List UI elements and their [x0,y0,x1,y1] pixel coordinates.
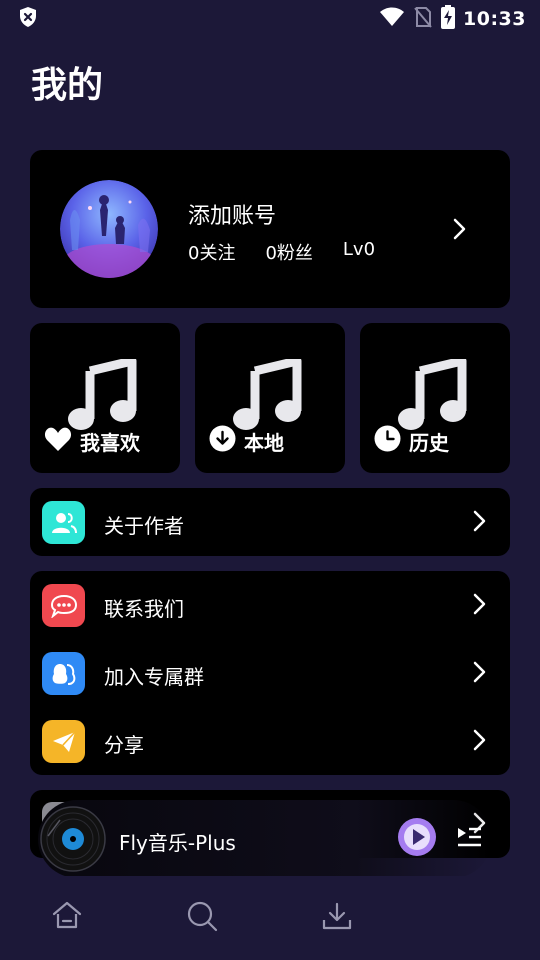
tile-label: 本地 [209,425,284,457]
battery-charging-icon [441,5,456,33]
account-stats: 0关注 0粉丝 Lv0 [188,239,375,265]
menu-group-about: 关于作者 [30,488,510,556]
account-name: 添加账号 [188,204,277,229]
following-count[interactable]: 0关注 [188,239,235,265]
account-card[interactable]: 添加账号 0关注 0粉丝 Lv0 [30,150,510,308]
search-icon[interactable] [186,900,218,936]
wifi-icon [379,7,405,31]
chevron-right-icon [472,593,486,619]
mini-player[interactable]: Fly音乐-Plus [38,800,492,878]
clock-icon [374,425,401,457]
chevron-right-icon [472,729,486,755]
download-circle-icon [209,425,236,457]
menu-item-label: 分享 [104,733,144,757]
menu-group-social: 联系我们 加入专属群 分享 [30,571,510,775]
menu-item-label: 加入专属群 [104,665,204,689]
contacts-icon [42,501,85,544]
paper-plane-icon [42,720,85,763]
chevron-right-icon [472,661,486,687]
group-icon [42,652,85,695]
menu-item-contact-us[interactable]: 联系我们 [30,571,510,639]
download-icon[interactable] [321,900,353,936]
tile-local[interactable]: 本地 [195,323,345,473]
vinyl-disc-icon [40,806,106,876]
menu-item-share[interactable]: 分享 [30,707,510,775]
music-note-icon [68,356,138,435]
play-button[interactable] [397,817,437,861]
heart-icon [44,426,72,457]
status-bar: 10:33 [0,0,540,38]
menu-item-join-group[interactable]: 加入专属群 [30,639,510,707]
user-level: Lv0 [342,239,376,260]
avatar[interactable] [60,180,158,278]
menu-item-label: 联系我们 [104,597,184,621]
chevron-right-icon [452,218,466,244]
bottom-nav [0,876,540,960]
music-note-icon [398,356,468,435]
tile-history[interactable]: 历史 [360,323,510,473]
chat-bubble-icon [42,584,85,627]
chevron-right-icon [472,510,486,536]
no-sim-icon [413,6,433,32]
tile-label: 我喜欢 [44,426,140,457]
tile-favorites[interactable]: 我喜欢 [30,323,180,473]
tile-label: 历史 [374,425,449,457]
shield-x-icon [18,6,38,32]
home-icon[interactable] [52,900,82,934]
playlist-icon[interactable] [456,826,482,852]
music-note-icon [233,356,303,435]
followers-count[interactable]: 0粉丝 [265,239,312,265]
menu-item-about-author[interactable]: 关于作者 [30,488,510,556]
menu-item-label: 关于作者 [104,514,184,538]
page-title: 我的 [31,65,104,106]
player-song-title: Fly音乐-Plus [119,831,236,855]
status-time: 10:33 [463,8,526,30]
status-icons: 10:33 [379,5,526,33]
